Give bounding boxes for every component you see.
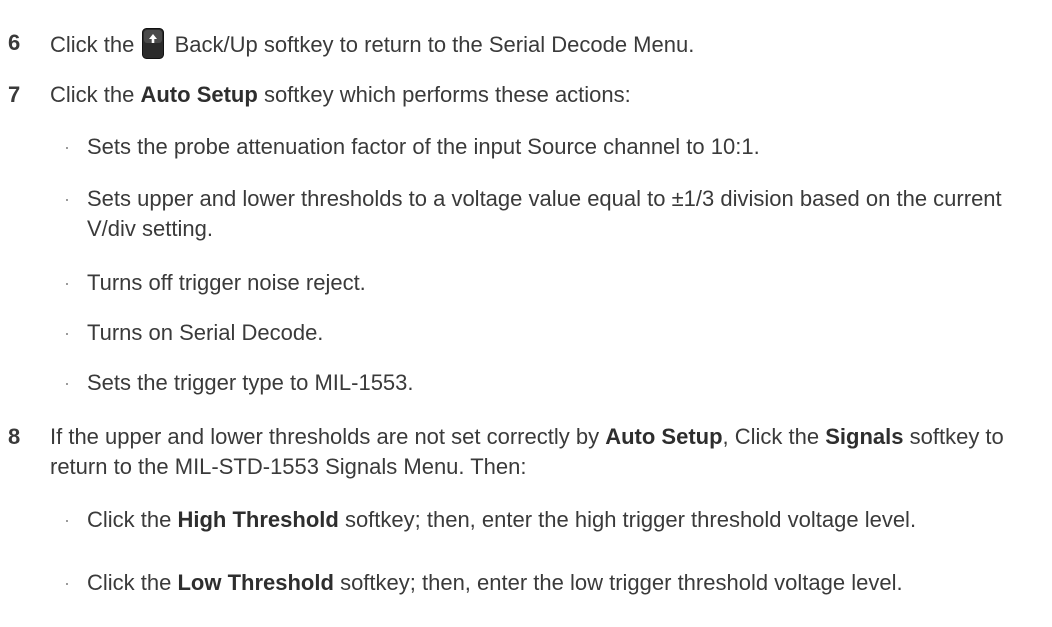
bullet-marker: · [64,273,70,293]
softkey-name: Auto Setup [140,82,258,107]
back-up-softkey-icon [142,28,165,59]
bullet-marker: · [64,510,70,530]
step-number: 6 [8,30,21,55]
step-number: 8 [8,424,21,449]
bullet-marker: · [64,323,70,343]
softkey-name: Signals [825,424,904,449]
step-text: If the upper and lower thresholds are no… [50,424,1004,479]
softkey-name: High Threshold [177,507,339,532]
document-page: 6 Click the Back/Up softkey to return to… [0,0,1052,627]
step-text: Click the Auto Setup softkey which perfo… [50,82,631,107]
step-text: Click the Back/Up softkey to return to t… [50,28,1042,60]
softkey-name: Low Threshold [177,570,334,595]
bullet-marker: · [64,373,70,393]
bullet-marker: · [64,137,70,157]
softkey-name: Auto Setup [605,424,723,449]
bullet-marker: · [64,573,70,593]
bullet-marker: · [64,189,70,209]
step-number: 7 [8,82,21,107]
